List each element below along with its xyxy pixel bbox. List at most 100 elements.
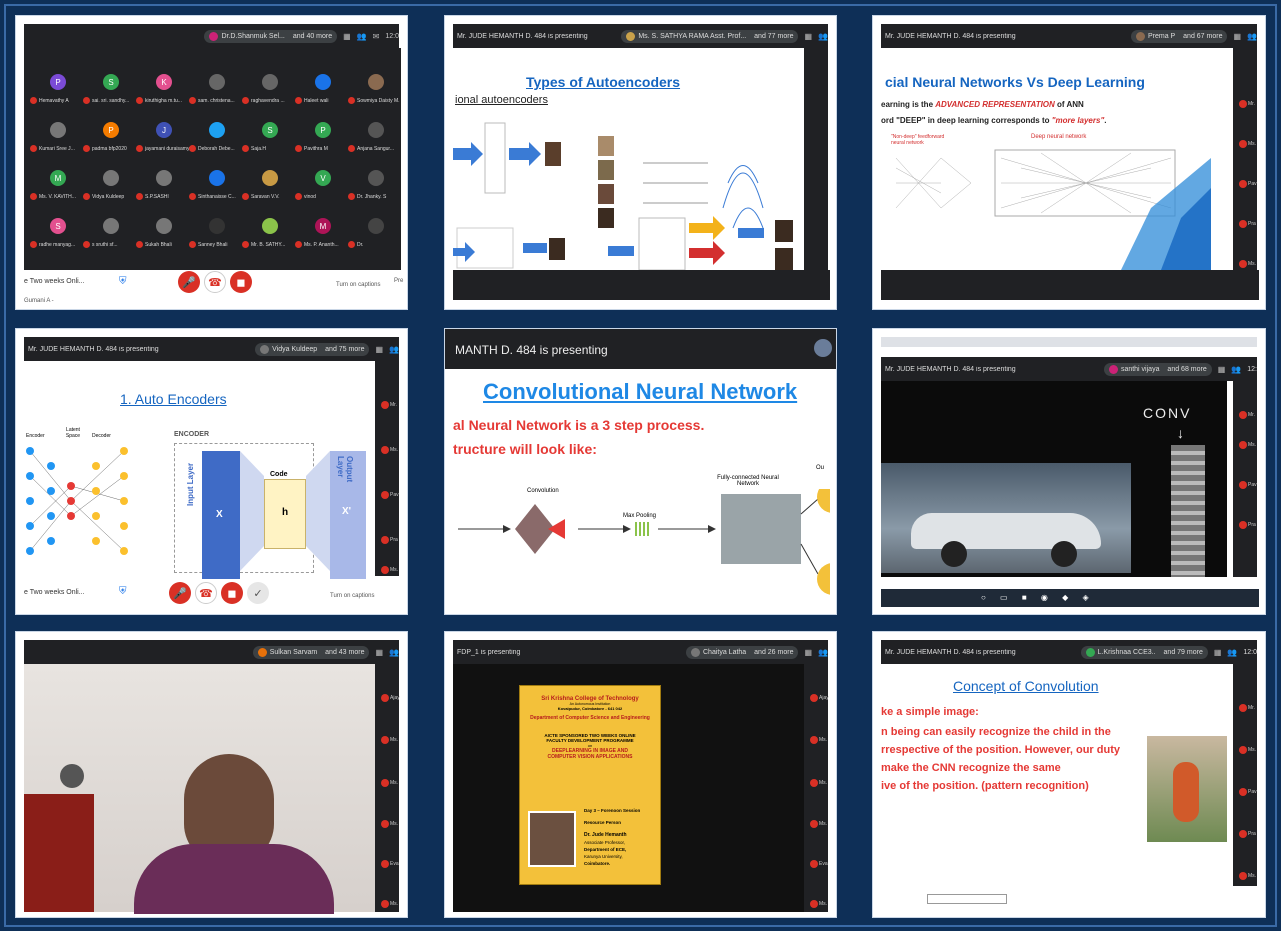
mic-off-icon bbox=[348, 241, 355, 248]
participant-tile[interactable]: S.P.SASHI bbox=[134, 166, 192, 206]
meeting-name[interactable]: e Two weeks Onli... bbox=[24, 589, 85, 596]
meet-top-bar: Mr. JUDE HEMANTH D. 484 is presenting sa… bbox=[881, 357, 1257, 381]
slide-title: Types of Autoencoders bbox=[526, 74, 681, 90]
hangup-button[interactable]: ☎ bbox=[195, 582, 217, 604]
people-icon[interactable]: 👥 bbox=[1247, 32, 1257, 41]
people-icon[interactable]: 👥 bbox=[357, 32, 367, 41]
participant-tile[interactable]: M Ms. V. KAVITH... bbox=[28, 166, 86, 206]
mic-off-icon bbox=[30, 241, 37, 248]
participant-tile[interactable]: Vvinod bbox=[293, 166, 351, 206]
participant-name-row: Pavithra M bbox=[295, 145, 351, 152]
people-icon[interactable]: 👥 bbox=[1231, 365, 1241, 374]
participant-name-row: Sowmiya Daisty M. bbox=[348, 97, 404, 104]
pinned-participant[interactable]: santhi vijaya and 68 more bbox=[1103, 362, 1212, 376]
hangup-button[interactable]: ☎ bbox=[204, 271, 226, 293]
chat-icon[interactable]: ✉ bbox=[373, 32, 380, 41]
participant-tile[interactable]: Kumari Sree J... bbox=[28, 118, 86, 158]
download-item[interactable] bbox=[927, 894, 1007, 904]
camera-off-button[interactable]: ◼ bbox=[230, 271, 252, 293]
rp-label: Resource Person bbox=[584, 820, 622, 825]
participant-name: Dr. Jhanky. S bbox=[357, 193, 387, 200]
pinned-participant[interactable]: L.Krishnaa CCE3.. and 79 more bbox=[1080, 645, 1208, 659]
layout-icon[interactable]: ▦ bbox=[804, 32, 812, 41]
taskbar-icons[interactable]: ○ ▭ ■ ◉ ◆ ◈ bbox=[981, 593, 1095, 602]
meet-top-bar: Mr. JUDE HEMANTH D. 484 is presenting Ms… bbox=[453, 24, 828, 48]
participant-tile[interactable]: Sowmiya Daisty M. bbox=[346, 70, 404, 110]
pinned-participant[interactable]: Sulkan Sarvam and 43 more bbox=[252, 645, 370, 659]
participant-tile[interactable]: Sanney Bhali bbox=[187, 214, 245, 254]
people-icon[interactable]: 👥 bbox=[818, 648, 828, 657]
participant-tile[interactable]: Sradhe manyag... bbox=[28, 214, 86, 254]
people-icon[interactable]: 👥 bbox=[389, 648, 399, 657]
layout-icon[interactable]: ▦ bbox=[343, 32, 351, 41]
participant-tile[interactable]: sam. christena... bbox=[187, 70, 245, 110]
participant-tile[interactable]: Mr. B. SATHY... bbox=[240, 214, 298, 254]
browser-address-bar[interactable] bbox=[881, 347, 1257, 357]
participant-tile[interactable]: Dr. Jhanky. S bbox=[346, 166, 404, 206]
avatar bbox=[262, 74, 278, 90]
shield-icon[interactable]: ⛨ bbox=[119, 586, 127, 597]
xprime-label: X' bbox=[342, 506, 352, 517]
participant-tile[interactable]: Sukah Bhali bbox=[134, 214, 192, 254]
done-button[interactable]: ✓ bbox=[247, 582, 269, 604]
people-icon[interactable]: 👥 bbox=[1227, 648, 1237, 657]
participant-tile[interactable]: Jjayamani duraisamy bbox=[134, 118, 192, 158]
participant-tile[interactable]: Saravan V.V. bbox=[240, 166, 298, 206]
participant-name-row: Anjana Sangur... bbox=[348, 145, 404, 152]
layout-icon[interactable]: ▦ bbox=[375, 648, 383, 657]
captions-label[interactable]: Turn on captions bbox=[336, 282, 380, 288]
captions-label[interactable]: Turn on captions bbox=[330, 593, 374, 599]
layout-icon[interactable]: ▦ bbox=[1214, 648, 1222, 657]
present-label[interactable]: Pre bbox=[394, 278, 403, 284]
mic-off-icon bbox=[242, 241, 249, 248]
participant-tile[interactable]: Anjana Sangur... bbox=[346, 118, 404, 158]
mic-off-icon bbox=[136, 97, 143, 104]
layout-icon[interactable]: ▦ bbox=[1233, 32, 1241, 41]
presenter-label: MANTH D. 484 is presenting bbox=[455, 343, 608, 357]
participant-tile[interactable]: P Hemavathy A bbox=[28, 70, 86, 110]
pin-count: and 43 more bbox=[325, 648, 365, 656]
participant-name: Pavithra M bbox=[304, 145, 328, 152]
shield-icon[interactable]: ⛨ bbox=[119, 276, 127, 287]
pinned-participant[interactable]: Ms. S. SATHYA RAMA Asst. Prof... and 77 … bbox=[621, 29, 799, 43]
participant-sidebar bbox=[804, 48, 828, 270]
output-layer-label: Output Layer bbox=[336, 456, 354, 483]
mic-off-icon bbox=[189, 193, 196, 200]
mic-off-button[interactable]: 🎤 bbox=[169, 582, 191, 604]
mic-off-icon bbox=[348, 145, 355, 152]
camera-off-button[interactable]: ◼ bbox=[221, 582, 243, 604]
layout-icon[interactable]: ▦ bbox=[375, 345, 383, 354]
avatar bbox=[103, 218, 119, 234]
participant-tile[interactable]: s sruthi sf... bbox=[81, 214, 139, 254]
mic-off-icon bbox=[136, 241, 143, 248]
participant-name: Haleet wali bbox=[304, 97, 329, 104]
layout-icon[interactable]: ▦ bbox=[804, 648, 812, 657]
pinned-participant[interactable]: Prema P and 67 more bbox=[1130, 29, 1228, 43]
mic-off-button[interactable]: 🎤 bbox=[178, 271, 200, 293]
participant-tile[interactable]: raghavendra ... bbox=[240, 70, 298, 110]
avatar bbox=[156, 218, 172, 234]
encoder-label: Encoder bbox=[26, 433, 45, 439]
participant-tile[interactable]: Sinthanaisse C... bbox=[187, 166, 245, 206]
participant-tile[interactable]: Dr. bbox=[346, 214, 404, 254]
pinned-participant[interactable]: Dr.D.Shanmuk Sel... and 40 more bbox=[204, 29, 338, 43]
participant-tile[interactable]: Ssai. sri. sandhy... bbox=[81, 70, 139, 110]
participant-tile[interactable]: Kkiruthigha m.tu... bbox=[134, 70, 192, 110]
participant-tile[interactable]: Deborah Debe... bbox=[187, 118, 245, 158]
meeting-name[interactable]: e Two weeks Onli... bbox=[24, 278, 85, 285]
speaker-photo bbox=[528, 811, 576, 867]
people-icon[interactable]: 👥 bbox=[389, 345, 399, 354]
participant-tile[interactable]: Haleet wali bbox=[293, 70, 351, 110]
participant-tile[interactable]: Ppadma bfp2020 bbox=[81, 118, 139, 158]
avatar[interactable] bbox=[814, 339, 832, 357]
mic-off-icon bbox=[83, 145, 90, 152]
participant-tile[interactable]: M Ms. P. Ananth... bbox=[293, 214, 351, 254]
pinned-participant[interactable]: Chaitya Latha and 26 more bbox=[686, 645, 799, 659]
people-icon[interactable]: 👥 bbox=[818, 32, 828, 41]
layout-icon[interactable]: ▦ bbox=[1218, 365, 1226, 374]
pinned-participant[interactable]: Vidya Kuldeep and 75 more bbox=[255, 342, 370, 356]
participant-tile[interactable]: Vidya Kuldeep bbox=[81, 166, 139, 206]
participant-tile[interactable]: S Saja.H bbox=[240, 118, 298, 158]
presenter-label: Mr. JUDE HEMANTH D. 484 is presenting bbox=[885, 32, 1016, 40]
participant-tile[interactable]: P Pavithra M bbox=[293, 118, 351, 158]
